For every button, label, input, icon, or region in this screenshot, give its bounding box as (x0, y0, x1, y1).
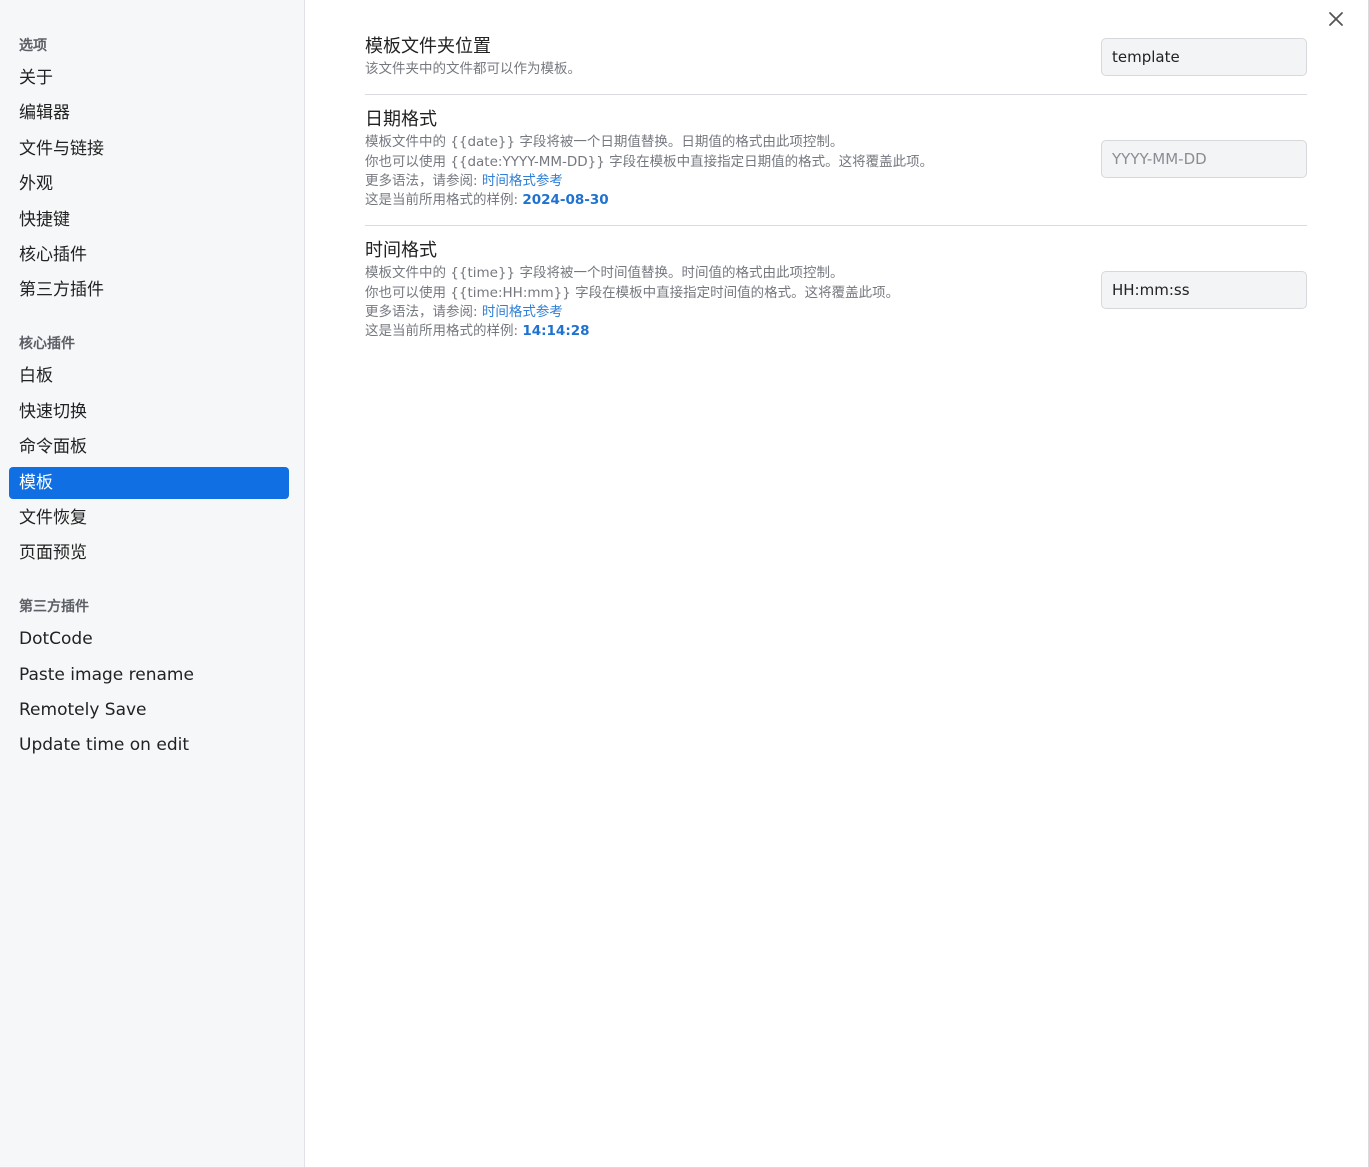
description-text: 这是当前所用格式的样例: (365, 192, 523, 209)
description-line: 模板文件中的 {{time}} 字段将被一个时间值替换。时间值的格式由此项控制。 (365, 265, 844, 282)
sidebar-item-file-recovery[interactable]: 文件恢复 (9, 502, 289, 534)
description-text: 更多语法，请参阅: (365, 304, 482, 321)
setting-time-format: 时间格式 模板文件中的 {{time}} 字段将被一个时间值替换。时间值的格式由… (365, 226, 1307, 356)
description-line: 更多语法，请参阅: 时间格式参考 (365, 303, 1101, 322)
sidebar-item-editor[interactable]: 编辑器 (9, 97, 289, 129)
setting-description: 模板文件中的 {{time}} 字段将被一个时间值替换。时间值的格式由此项控制。… (365, 264, 1101, 341)
settings-sidebar: 选项 关于 编辑器 文件与链接 外观 快捷键 核心插件 第三方插件 核心插件 白… (0, 0, 305, 1167)
sidebar-item-hotkeys[interactable]: 快捷键 (9, 204, 289, 236)
sidebar-item-appearance[interactable]: 外观 (9, 168, 289, 200)
time-sample-value: 14:14:28 (522, 323, 590, 340)
sidebar-item-page-preview[interactable]: 页面预览 (9, 537, 289, 569)
sidebar-item-paste-image-rename[interactable]: Paste image rename (9, 659, 289, 691)
description-text: 更多语法，请参阅: (365, 172, 482, 189)
nav-section-community-plugins: 第三方插件 DotCode Paste image rename Remotel… (0, 591, 304, 761)
date-sample-value: 2024-08-30 (522, 192, 609, 209)
time-format-input[interactable] (1101, 271, 1307, 310)
sidebar-item-core-plugins[interactable]: 核心插件 (9, 239, 289, 271)
format-reference-link[interactable]: 时间格式参考 (482, 173, 563, 189)
settings-window: 选项 关于 编辑器 文件与链接 外观 快捷键 核心插件 第三方插件 核心插件 白… (0, 0, 1369, 1168)
description-line: 模板文件中的 {{date}} 字段将被一个日期值替换。日期值的格式由此项控制。 (365, 134, 844, 151)
setting-title: 日期格式 (365, 109, 437, 131)
description-line: 这是当前所用格式的样例: 14:14:28 (365, 322, 1101, 341)
sidebar-item-canvas[interactable]: 白板 (9, 360, 289, 392)
description-line: 你也可以使用 {{date:YYYY-MM-DD}} 字段在模板中直接指定日期值… (365, 153, 934, 170)
setting-template-folder: 模板文件夹位置 该文件夹中的文件都可以作为模板。 (365, 34, 1307, 96)
nav-section-core-plugins: 核心插件 白板 快速切换 命令面板 模板 文件恢复 页面预览 (0, 328, 304, 569)
date-format-input[interactable] (1101, 139, 1307, 178)
sidebar-item-command-palette[interactable]: 命令面板 (9, 431, 289, 463)
setting-description: 该文件夹中的文件都可以作为模板。 (365, 61, 581, 77)
sidebar-item-update-time-on-edit[interactable]: Update time on edit (9, 729, 289, 761)
description-line: 更多语法，请参阅: 时间格式参考 (365, 172, 1101, 191)
sidebar-item-about[interactable]: 关于 (9, 62, 289, 94)
sidebar-item-community-plugins[interactable]: 第三方插件 (9, 274, 289, 306)
description-line: 这是当前所用格式的样例: 2024-08-30 (365, 191, 1101, 210)
setting-info: 时间格式 模板文件中的 {{time}} 字段将被一个时间值替换。时间值的格式由… (365, 238, 1101, 341)
close-icon (1329, 12, 1343, 26)
sidebar-item-dotcode[interactable]: DotCode (9, 623, 289, 655)
settings-content: 模板文件夹位置 该文件夹中的文件都可以作为模板。 日期格式 模板文件中的 {{d… (305, 0, 1368, 1167)
section-heading-community-plugins: 第三方插件 (19, 599, 89, 616)
sidebar-item-quick-switcher[interactable]: 快速切换 (9, 396, 289, 428)
description-text: 这是当前所用格式的样例: (365, 323, 523, 340)
setting-date-format: 日期格式 模板文件中的 {{date}} 字段将被一个日期值替换。日期值的格式由… (365, 95, 1307, 227)
setting-description: 模板文件中的 {{date}} 字段将被一个日期值替换。日期值的格式由此项控制。… (365, 133, 1101, 210)
sidebar-item-templates[interactable]: 模板 (9, 466, 289, 499)
setting-title: 时间格式 (365, 240, 437, 262)
nav-section-options: 选项 关于 编辑器 文件与链接 外观 快捷键 核心插件 第三方插件 (0, 30, 304, 306)
template-folder-input[interactable] (1101, 37, 1307, 76)
section-heading-core-plugins: 核心插件 (19, 336, 75, 353)
close-button[interactable] (1324, 7, 1348, 31)
setting-info: 模板文件夹位置 该文件夹中的文件都可以作为模板。 (365, 34, 1101, 79)
section-heading-options: 选项 (19, 38, 47, 54)
settings-list: 模板文件夹位置 该文件夹中的文件都可以作为模板。 日期格式 模板文件中的 {{d… (365, 34, 1307, 357)
setting-info: 日期格式 模板文件中的 {{date}} 字段将被一个日期值替换。日期值的格式由… (365, 107, 1101, 210)
sidebar-item-files-links[interactable]: 文件与链接 (9, 133, 289, 165)
format-reference-link[interactable]: 时间格式参考 (482, 304, 563, 320)
sidebar-item-remotely-save[interactable]: Remotely Save (9, 694, 289, 726)
description-line: 你也可以使用 {{time:HH:mm}} 字段在模板中直接指定时间值的格式。这… (365, 284, 900, 301)
setting-title: 模板文件夹位置 (365, 36, 491, 57)
